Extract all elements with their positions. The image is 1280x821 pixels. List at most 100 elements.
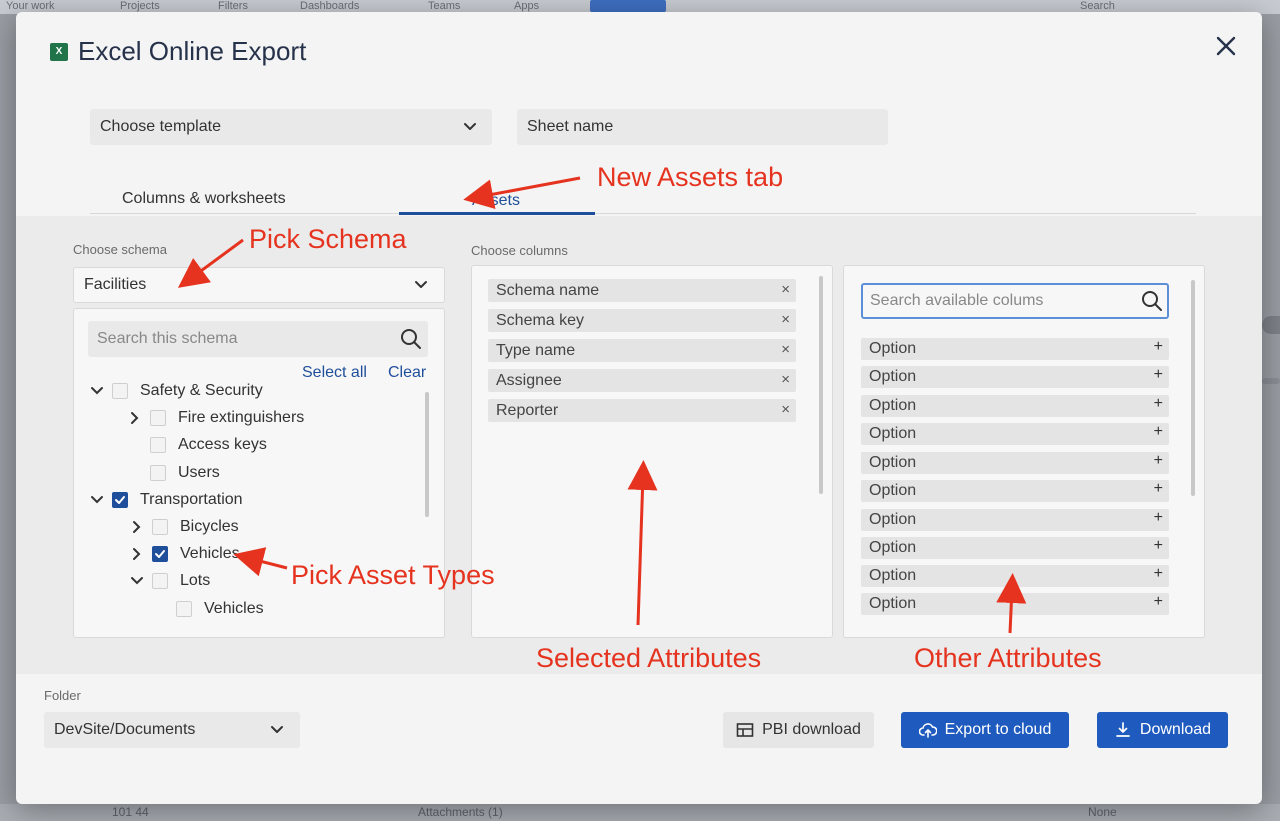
tree-item-lots-vehicles[interactable]: Vehicles: [154, 598, 264, 620]
close-icon: [1216, 36, 1236, 56]
download-button[interactable]: Download: [1097, 712, 1228, 748]
tree-item-lots[interactable]: Lots: [130, 570, 210, 592]
sheet-name-input[interactable]: Sheet name: [517, 109, 888, 145]
pbi-download-button[interactable]: PBI download: [723, 712, 874, 748]
checkbox[interactable]: [176, 601, 192, 617]
choose-schema-label: Choose schema: [73, 242, 167, 257]
download-icon: [1116, 722, 1130, 737]
add-icon[interactable]: +: [1154, 537, 1163, 555]
schema-select[interactable]: Facilities: [73, 267, 445, 303]
available-column-option[interactable]: Option +: [861, 509, 1169, 531]
checkbox[interactable]: [150, 410, 166, 426]
selected-column-chip: Assignee ×: [488, 369, 796, 392]
selected-columns-scrollbar[interactable]: [819, 276, 823, 494]
add-icon[interactable]: +: [1154, 423, 1163, 441]
tab-assets[interactable]: Assets: [398, 192, 594, 210]
available-column-option[interactable]: Option +: [861, 593, 1169, 615]
checkbox[interactable]: [150, 465, 166, 481]
option-label: Option: [869, 567, 917, 584]
checkbox-checked[interactable]: [152, 546, 168, 562]
add-icon[interactable]: +: [1154, 480, 1163, 498]
export-to-cloud-label: Export to cloud: [944, 721, 1052, 738]
available-column-option[interactable]: Option +: [861, 480, 1169, 502]
add-icon[interactable]: +: [1154, 452, 1163, 470]
checkbox[interactable]: [152, 573, 168, 589]
available-column-option[interactable]: Option +: [861, 565, 1169, 587]
table-icon: [736, 723, 754, 737]
option-label: Option: [869, 368, 917, 385]
annotation-pick-schema: Pick Schema: [249, 224, 407, 254]
checkbox-checked[interactable]: [112, 492, 128, 508]
chevron-down-icon: [415, 281, 427, 288]
annotation-selected-attributes: Selected Attributes: [536, 643, 762, 673]
tree-item-label: Lots: [180, 572, 211, 589]
add-icon[interactable]: +: [1154, 509, 1163, 527]
add-icon[interactable]: +: [1154, 565, 1163, 583]
checkbox[interactable]: [150, 437, 166, 453]
select-all-link[interactable]: Select all: [302, 364, 367, 382]
chevron-right-icon[interactable]: [130, 520, 144, 534]
chevron-right-icon[interactable]: [130, 547, 144, 561]
chevron-down-icon[interactable]: [90, 384, 104, 398]
checkmark-icon: [155, 550, 165, 558]
choose-columns-label: Choose columns: [471, 243, 568, 258]
tree-item-vehicles[interactable]: Vehicles: [130, 543, 240, 565]
tree-item-users[interactable]: Users: [128, 462, 220, 484]
template-select[interactable]: Choose template: [90, 109, 492, 145]
add-icon[interactable]: +: [1154, 395, 1163, 413]
chevron-right-icon[interactable]: [128, 411, 142, 425]
remove-icon[interactable]: ×: [781, 341, 790, 358]
close-button[interactable]: [1212, 32, 1240, 60]
option-label: Option: [869, 539, 917, 556]
clear-link[interactable]: Clear: [388, 364, 426, 382]
available-column-option[interactable]: Option +: [861, 395, 1169, 417]
remove-icon[interactable]: ×: [781, 311, 790, 328]
schema-scrollbar[interactable]: [425, 392, 429, 517]
remove-icon[interactable]: ×: [781, 371, 790, 388]
tree-item-label: Access keys: [178, 436, 267, 453]
add-icon[interactable]: +: [1154, 593, 1163, 611]
bg-bottom-center: Attachments (1): [418, 805, 503, 819]
checkbox[interactable]: [112, 383, 128, 399]
tree-item-access-keys[interactable]: Access keys: [128, 434, 267, 456]
checkbox[interactable]: [152, 519, 168, 535]
option-label: Option: [869, 340, 917, 357]
bg-nav-teams: Teams: [428, 0, 461, 12]
available-column-option[interactable]: Option +: [861, 366, 1169, 388]
chevron-down-icon[interactable]: [90, 493, 104, 507]
remove-icon[interactable]: ×: [781, 281, 790, 298]
tab-columns-worksheets[interactable]: Columns & worksheets: [122, 190, 286, 208]
folder-select[interactable]: DevSite/Documents: [44, 712, 300, 748]
available-column-option[interactable]: Option +: [861, 452, 1169, 474]
available-column-option[interactable]: Option +: [861, 537, 1169, 559]
export-to-cloud-button[interactable]: Export to cloud: [901, 712, 1069, 748]
available-columns-search-input[interactable]: Search available colums: [861, 283, 1169, 319]
chevron-down-icon[interactable]: [130, 574, 144, 588]
available-column-option[interactable]: Option +: [861, 338, 1169, 360]
tree-item-fire-extinguishers[interactable]: Fire extinguishers: [128, 407, 304, 429]
available-column-option[interactable]: Option +: [861, 423, 1169, 445]
tree-item-bicycles[interactable]: Bicycles: [130, 516, 239, 538]
sheet-name-value: Sheet name: [527, 118, 614, 135]
add-icon[interactable]: +: [1154, 338, 1163, 356]
tree-item-transportation[interactable]: Transportation: [90, 489, 243, 511]
schema-search-input[interactable]: Search this schema: [88, 321, 428, 357]
remove-icon[interactable]: ×: [781, 401, 790, 418]
export-modal: X Excel Online Export Choose template Sh…: [16, 12, 1262, 804]
tree-item-label: Transportation: [140, 491, 243, 508]
available-columns-scrollbar[interactable]: [1191, 280, 1195, 496]
cloud-upload-icon: [918, 723, 937, 738]
modal-header: X Excel Online Export: [50, 36, 306, 67]
bg-create-button: [590, 0, 666, 12]
option-label: Option: [869, 454, 917, 471]
schema-search-placeholder: Search this schema: [97, 330, 238, 347]
tree-item-safety-security[interactable]: Safety & Security: [90, 380, 263, 402]
bg-decoration: [1262, 316, 1280, 334]
annotation-new-assets-tab: New Assets tab: [597, 162, 784, 192]
selected-column-chip: Schema name ×: [488, 279, 796, 302]
active-tab-indicator: [399, 212, 595, 215]
chip-label: Reporter: [496, 401, 559, 419]
add-icon[interactable]: +: [1154, 366, 1163, 384]
